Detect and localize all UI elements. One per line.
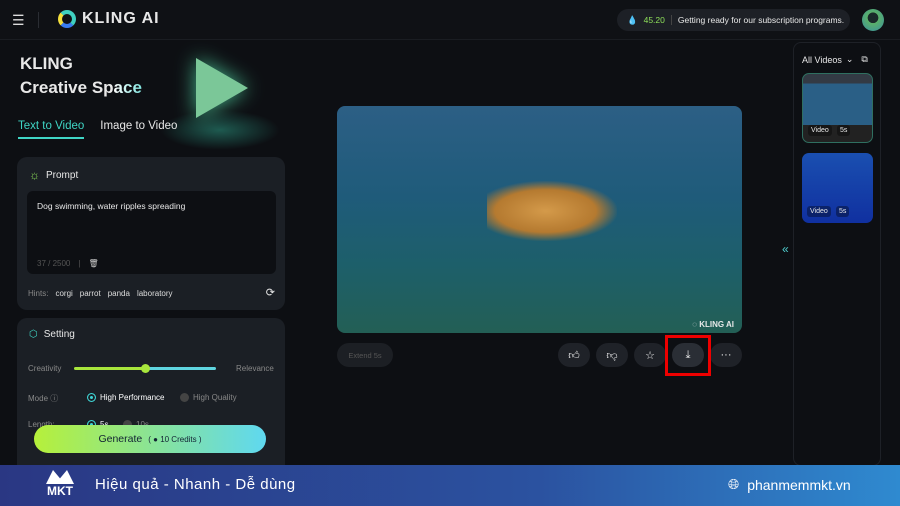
- radio-selected[interactable]: [87, 393, 96, 403]
- watermark-text: KLING AI: [699, 320, 734, 329]
- thumb-type: Video: [808, 125, 832, 136]
- hint-chip[interactable]: parrot: [80, 289, 101, 298]
- char-count: 37 / 2500: [37, 259, 71, 268]
- thumbs-down-icon[interactable]: 👎︎: [596, 343, 628, 367]
- all-videos-filter[interactable]: All Videos ⌄ ⧉: [802, 54, 868, 65]
- menu-icon[interactable]: ☰: [12, 12, 25, 29]
- generate-label: Generate: [98, 433, 143, 445]
- play-logo-icon: [196, 58, 248, 118]
- brand-name: KLING AI: [82, 10, 160, 27]
- prompt-input[interactable]: Dog swimming, water ripples spreading 37…: [27, 191, 276, 274]
- sun-icon: ☼: [29, 168, 40, 182]
- mode-option-label: High Performance: [100, 393, 165, 402]
- video-content-dog: [487, 181, 617, 241]
- thumb-duration: 5s: [837, 125, 851, 136]
- watermark: ◌ KLING AI: [692, 320, 734, 329]
- setting-card: ⬡ Setting Creativity Relevance Mode ⓘ Hig…: [17, 318, 285, 478]
- mode-option-label: High Quality: [193, 393, 237, 402]
- announcement-text: Getting ready for our subscription progr…: [677, 15, 845, 25]
- credits-icon: 💧: [627, 14, 638, 25]
- extend-button[interactable]: Extend 5s: [337, 343, 393, 367]
- video-player[interactable]: ◌ KLING AI: [337, 106, 742, 333]
- mode-high-performance[interactable]: High Performance: [87, 393, 165, 403]
- hint-chip[interactable]: corgi: [55, 289, 72, 298]
- banner-site[interactable]: 🌐︎ phanmemmkt.vn: [728, 476, 851, 493]
- download-highlight-box: [665, 335, 711, 376]
- prompt-title: Prompt: [46, 169, 79, 181]
- creativity-label: Creativity: [28, 364, 62, 373]
- more-button[interactable]: ···: [710, 343, 742, 367]
- mkt-logo-text: MKT: [47, 484, 73, 498]
- slider-handle[interactable]: [141, 364, 150, 373]
- star-icon[interactable]: ☆: [634, 343, 666, 367]
- mode-tabs: Text to Video Image to Video: [18, 120, 177, 139]
- setting-title: Setting: [43, 329, 75, 340]
- prompt-card: ☼ Prompt Dog swimming, water ripples spre…: [17, 157, 285, 310]
- divider: [670, 15, 672, 25]
- mkt-logo: MKT: [40, 468, 80, 502]
- generate-credits: 10 Credits: [160, 434, 197, 444]
- refresh-hints-icon[interactable]: ⟳: [266, 286, 275, 299]
- hexagon-settings-icon: ⬡: [29, 329, 38, 340]
- trash-icon[interactable]: 🗑: [88, 259, 98, 268]
- hint-chip[interactable]: laboratory: [137, 289, 173, 298]
- banner-slogan: Hiệu quả - Nhanh - Dễ dùng: [95, 476, 296, 493]
- thumbs-up-icon[interactable]: 👍︎: [558, 343, 590, 367]
- video-thumbnail[interactable]: Video 5s: [802, 73, 873, 143]
- info-icon[interactable]: ⓘ: [50, 394, 58, 403]
- kling-logo[interactable]: KLING AI: [58, 10, 160, 28]
- divider: |: [78, 259, 81, 268]
- creativity-relevance-slider[interactable]: [74, 364, 216, 373]
- globe-icon: 🌐︎: [728, 476, 740, 492]
- radio-unselected[interactable]: [180, 393, 189, 403]
- promo-banner: MKT Hiệu quả - Nhanh - Dễ dùng 🌐︎ phanmem…: [0, 465, 900, 506]
- hints-label: Hints:: [28, 289, 49, 298]
- hero-line2: Creative Sp: [20, 78, 114, 97]
- relevance-label: Relevance: [236, 364, 274, 373]
- thumb-duration: 5s: [836, 206, 850, 217]
- mode-label: Mode: [28, 394, 49, 403]
- thumb-type: Video: [807, 206, 831, 217]
- tab-text-to-video[interactable]: Text to Video: [18, 120, 85, 139]
- filter-label: All Videos: [802, 54, 842, 65]
- chevron-down-icon: ⌄: [845, 54, 854, 64]
- collapse-sidebar-icon[interactable]: «: [782, 242, 789, 256]
- generate-button[interactable]: Generate( ● 10 Credits ): [34, 425, 266, 453]
- mode-high-quality[interactable]: High Quality: [180, 393, 237, 403]
- hero-title: KLING Creative Space: [20, 52, 142, 100]
- hero-line2-accent: ace: [113, 78, 142, 97]
- announcement-pill[interactable]: 💧 45.20 Getting ready for our subscription…: [617, 9, 850, 31]
- hint-chip[interactable]: panda: [108, 289, 130, 298]
- kling-logo-icon: [58, 10, 76, 28]
- hero-line1: KLING: [20, 54, 73, 73]
- credits-balance: 45.20: [643, 15, 665, 25]
- multi-select-icon[interactable]: ⧉: [861, 54, 867, 65]
- video-thumbnail[interactable]: Video 5s: [802, 153, 873, 223]
- user-avatar[interactable]: [862, 9, 884, 31]
- divider: [38, 12, 39, 28]
- prompt-value: Dog swimming, water ripples spreading: [37, 201, 186, 211]
- site-url: phanmemmkt.vn: [747, 476, 851, 493]
- tab-image-to-video[interactable]: Image to Video: [100, 120, 177, 139]
- flame-icon: ●: [153, 434, 158, 444]
